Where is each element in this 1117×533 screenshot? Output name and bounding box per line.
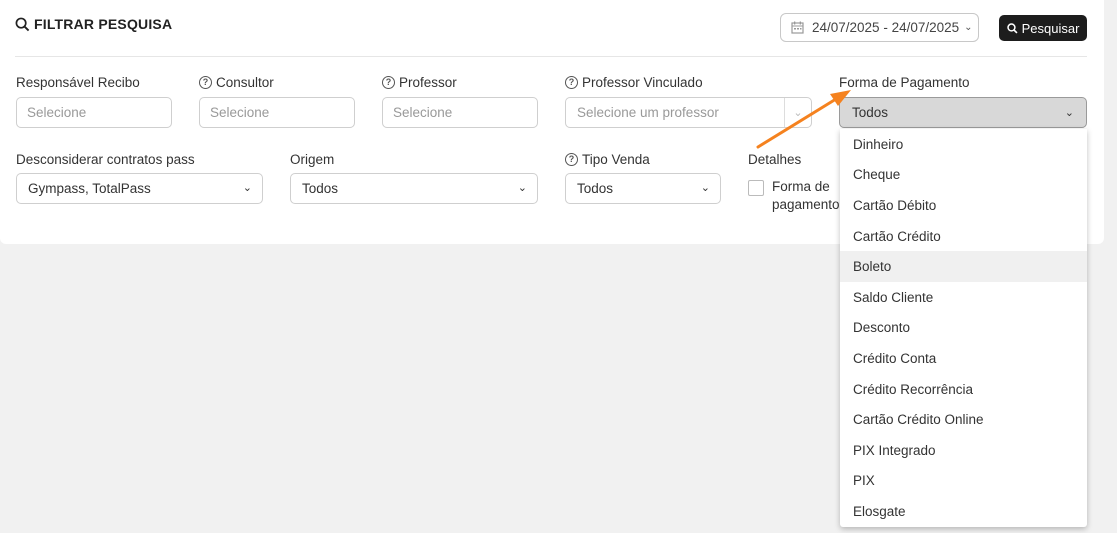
consultor-placeholder: Selecione bbox=[210, 105, 270, 120]
desconsiderar-label-text: Desconsiderar contratos pass bbox=[16, 152, 195, 167]
tipo-venda-select[interactable]: Todos ⌄ bbox=[565, 173, 721, 204]
date-range-picker[interactable]: 24/07/2025 - 24/07/2025 ⌄ bbox=[780, 13, 979, 42]
search-icon bbox=[15, 17, 30, 31]
dropdown-option[interactable]: Cartão Crédito bbox=[840, 221, 1087, 252]
dropdown-option[interactable]: Crédito Conta bbox=[840, 343, 1087, 374]
divider bbox=[15, 56, 1087, 57]
dropdown-option[interactable]: Cartão Débito bbox=[840, 190, 1087, 221]
tipo-venda-label: ? Tipo Venda bbox=[565, 152, 650, 167]
desconsiderar-select[interactable]: Gympass, TotalPass ⌄ bbox=[16, 173, 263, 204]
detalhes-label: Detalhes bbox=[748, 152, 801, 167]
checkbox[interactable] bbox=[748, 180, 764, 196]
search-button-label: Pesquisar bbox=[1021, 20, 1080, 36]
calendar-icon bbox=[791, 21, 804, 34]
tipo-venda-label-text: Tipo Venda bbox=[582, 152, 650, 167]
filter-title: FILTRAR PESQUISA bbox=[34, 16, 173, 32]
desconsiderar-value: Gympass, TotalPass bbox=[28, 181, 151, 196]
desconsiderar-label: Desconsiderar contratos pass bbox=[16, 152, 195, 167]
filter-header: FILTRAR PESQUISA bbox=[15, 16, 172, 32]
chevron-down-icon: ⌄ bbox=[964, 22, 973, 33]
origem-label: Origem bbox=[290, 152, 334, 167]
date-range-text: 24/07/2025 - 24/07/2025 bbox=[812, 20, 960, 35]
dropdown-option[interactable]: Crédito Recorrência bbox=[840, 374, 1087, 405]
search-icon bbox=[1006, 22, 1018, 34]
responsavel-recibo-input[interactable]: Selecione bbox=[16, 97, 172, 128]
chevron-down-icon: ⌄ bbox=[1064, 107, 1074, 119]
responsavel-recibo-placeholder: Selecione bbox=[27, 105, 87, 120]
forma-pagamento-label: Forma de Pagamento bbox=[839, 75, 970, 90]
professor-vinculado-select[interactable]: Selecione um professor ⌄ bbox=[565, 97, 812, 128]
responsavel-recibo-label: Responsável Recibo bbox=[16, 75, 140, 90]
consultor-label-text: Consultor bbox=[216, 75, 274, 90]
professor-vinculado-label-text: Professor Vinculado bbox=[582, 75, 703, 90]
help-icon[interactable]: ? bbox=[565, 76, 578, 89]
origem-value: Todos bbox=[302, 181, 339, 196]
origem-select[interactable]: Todos ⌄ bbox=[290, 173, 538, 204]
consultor-input[interactable]: Selecione bbox=[199, 97, 355, 128]
tipo-venda-value: Todos bbox=[577, 181, 614, 196]
dropdown-option[interactable]: PIX Integrado bbox=[840, 435, 1087, 466]
professor-label: ? Professor bbox=[382, 75, 457, 90]
forma-pagamento-select[interactable]: Todos ⌄ bbox=[839, 97, 1087, 128]
dropdown-option[interactable]: Desconto bbox=[840, 313, 1087, 344]
professor-vinculado-label: ? Professor Vinculado bbox=[565, 75, 703, 90]
help-icon[interactable]: ? bbox=[382, 76, 395, 89]
professor-vinculado-placeholder: Selecione um professor bbox=[577, 105, 719, 120]
professor-label-text: Professor bbox=[399, 75, 457, 90]
dropdown-option[interactable]: Cheque bbox=[840, 160, 1087, 191]
forma-pagamento-checkbox[interactable]: Forma de pagamento bbox=[748, 178, 840, 214]
dropdown-option[interactable]: PIX bbox=[840, 466, 1087, 497]
forma-pagamento-value: Todos bbox=[852, 105, 889, 120]
dropdown-option[interactable]: Cartão Crédito Online bbox=[840, 404, 1087, 435]
forma-pagamento-dropdown: Dinheiro Cheque Cartão Débito Cartão Crédit… bbox=[840, 129, 1087, 527]
origem-label-text: Origem bbox=[290, 152, 335, 167]
help-icon[interactable]: ? bbox=[565, 153, 578, 166]
chevron-down-icon: ⌄ bbox=[700, 182, 710, 194]
chevron-down-icon: ⌄ bbox=[784, 98, 811, 127]
professor-input[interactable]: Selecione bbox=[382, 97, 538, 128]
dropdown-option[interactable]: Dinheiro bbox=[840, 129, 1087, 160]
search-button[interactable]: Pesquisar bbox=[999, 15, 1087, 41]
detalhes-label-text: Detalhes bbox=[748, 152, 802, 167]
forma-pagamento-label-text: Forma de Pagamento bbox=[839, 75, 970, 90]
responsavel-recibo-label-text: Responsável Recibo bbox=[16, 75, 140, 90]
dropdown-option[interactable]: Elosgate bbox=[840, 496, 1087, 527]
dropdown-option[interactable]: Saldo Cliente bbox=[840, 282, 1087, 313]
dropdown-option[interactable]: Boleto bbox=[840, 251, 1087, 282]
chevron-down-icon: ⌄ bbox=[242, 182, 252, 194]
consultor-label: ? Consultor bbox=[199, 75, 274, 90]
chevron-down-icon: ⌄ bbox=[517, 182, 527, 194]
help-icon[interactable]: ? bbox=[199, 76, 212, 89]
professor-placeholder: Selecione bbox=[393, 105, 453, 120]
